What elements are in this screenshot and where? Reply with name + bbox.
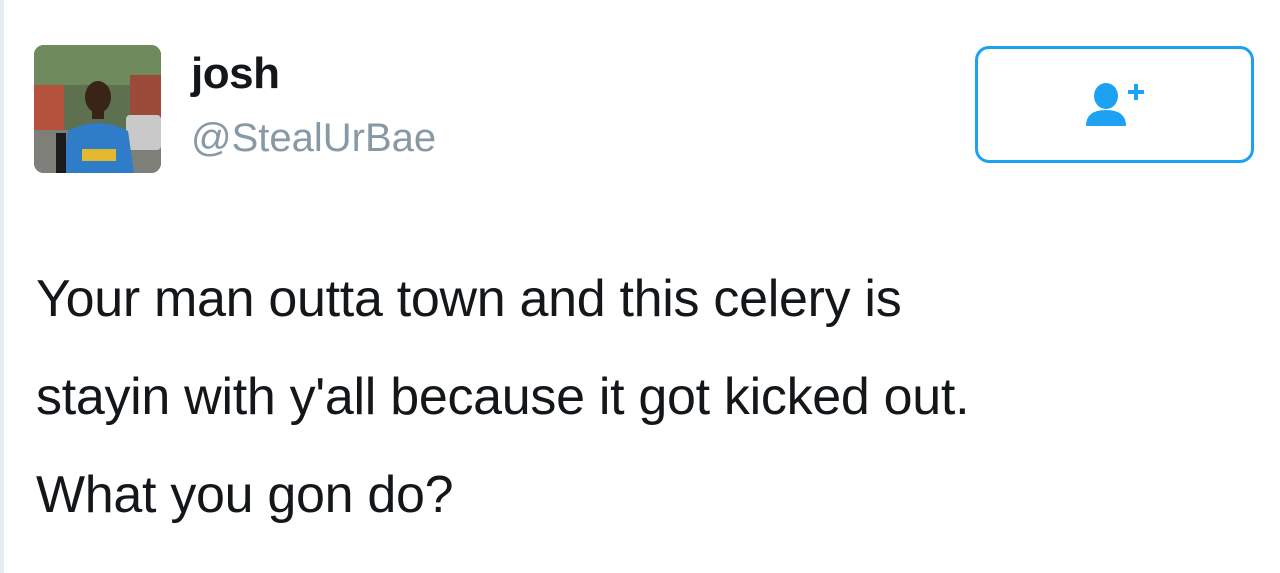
tweet-text: Your man outta town and this celery is s… xyxy=(36,270,970,524)
avatar-photo-icon xyxy=(34,45,161,173)
avatar[interactable] xyxy=(34,45,161,173)
follow-button[interactable] xyxy=(975,46,1254,163)
user-handle[interactable]: @StealUrBae xyxy=(191,113,436,163)
left-divider xyxy=(0,0,4,573)
display-name[interactable]: josh xyxy=(191,48,280,100)
tweet-card: josh @StealUrBae Your man outta town and… xyxy=(0,0,1280,573)
add-user-icon xyxy=(1085,82,1144,126)
